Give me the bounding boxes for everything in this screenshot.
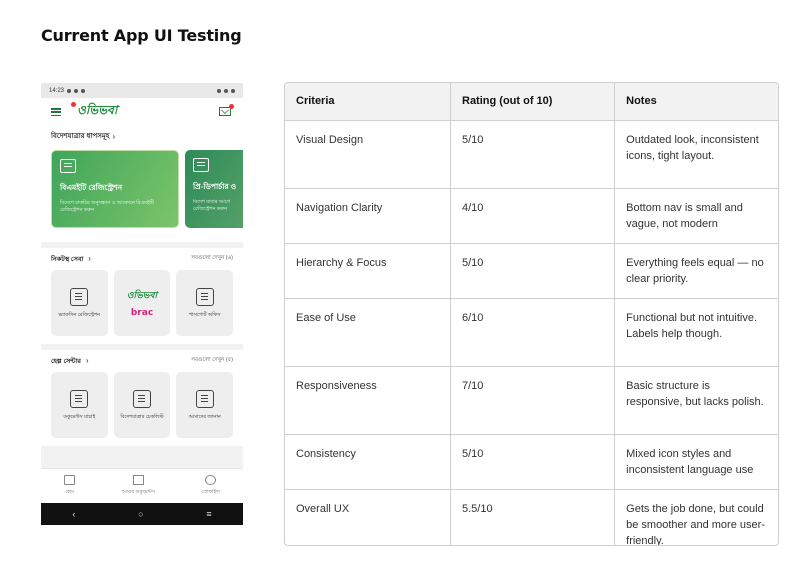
see-all-link[interactable]: সবগুলো দেখুন (৬) bbox=[191, 255, 233, 263]
evaluation-table: Criteria Rating (out of 10) Notes Visual… bbox=[284, 82, 779, 546]
app-logo: ওভিভবা bbox=[71, 102, 117, 122]
notes-cell: Everything feels equal — no clear priori… bbox=[614, 243, 778, 299]
notes-cell: Outdated look, inconsistent icons, tight… bbox=[614, 120, 778, 189]
help-tile[interactable]: বিদেশযাত্রার চেকলিস্ট bbox=[113, 372, 171, 438]
help-center-section: হেল্প সেন্টার › সবগুলো দেখুন (৫) ডকুমেন্… bbox=[41, 350, 243, 446]
feedback-icon bbox=[195, 389, 214, 408]
home-button-icon[interactable]: ○ bbox=[138, 509, 143, 519]
criteria-cell: Navigation Clarity bbox=[285, 188, 451, 244]
notes-cell: Functional but not intuitive. Labels hel… bbox=[614, 298, 778, 367]
column-header: Rating (out of 10) bbox=[450, 83, 616, 121]
document-icon bbox=[70, 389, 89, 408]
rating-cell: 4/10 bbox=[450, 188, 616, 244]
column-header: Criteria bbox=[285, 83, 451, 121]
table-row: Visual Design 5/10 Outdated look, incons… bbox=[285, 120, 778, 189]
help-tile[interactable]: আমাদের জানান bbox=[176, 372, 234, 438]
battery-icon bbox=[231, 88, 235, 93]
nav-home[interactable]: হোম bbox=[64, 475, 76, 497]
phone-mockup: 14:23 ওভিভবা বিদেশযাত্রার ধাপসমূহ › বিএমই… bbox=[41, 83, 243, 525]
rating-cell: 5/10 bbox=[450, 434, 616, 490]
notes-cell: Gets the job done, but could be smoother… bbox=[626, 502, 765, 546]
recents-icon[interactable]: ≡ bbox=[206, 509, 211, 519]
column-header: Notes bbox=[614, 83, 778, 121]
nav-documents[interactable]: আমার ডকুমেন্টস bbox=[121, 475, 155, 497]
table-row: Navigation Clarity 4/10 Bottom nav is sm… bbox=[285, 188, 778, 244]
see-all-link[interactable]: সবগুলো দেখুন (৫) bbox=[191, 357, 233, 365]
criteria-cell: Responsiveness bbox=[285, 366, 451, 435]
partner-logo: ওভিভবা bbox=[126, 291, 158, 301]
table-row: Consistency 5/10 Mixed icon styles and i… bbox=[285, 434, 778, 490]
user-icon bbox=[205, 475, 217, 485]
service-tile[interactable]: ওভিভবা brac bbox=[113, 270, 171, 336]
criteria-cell: Ease of Use bbox=[285, 298, 451, 367]
menu-icon[interactable] bbox=[51, 108, 61, 116]
nav-profile[interactable]: প্রোফাইল bbox=[201, 475, 220, 497]
checklist-icon bbox=[133, 389, 151, 408]
steps-carousel[interactable]: বিএমইটি রেজিস্ট্রেশন বিদেশে চাকরির অনুসন… bbox=[41, 146, 243, 242]
table-row: Responsiveness 7/10 Basic structure is r… bbox=[285, 366, 778, 435]
steps-link[interactable]: বিদেশযাত্রার ধাপসমূহ › bbox=[51, 126, 233, 146]
home-icon bbox=[64, 475, 76, 485]
service-tile[interactable]: ভ্যাকসিন রেজিস্ট্রেশন bbox=[51, 270, 108, 336]
notes-cell: Bottom nav is small and vague, not moder… bbox=[614, 188, 778, 244]
document-icon bbox=[193, 158, 209, 172]
status-time: 14:23 bbox=[49, 87, 65, 94]
page-title: Current App UI Testing bbox=[41, 26, 242, 45]
table-row: Hierarchy & Focus 5/10 Everything feels … bbox=[285, 243, 778, 299]
system-nav-bar: ‹ ○ ≡ bbox=[41, 503, 243, 525]
step-card[interactable]: বিএমইটি রেজিস্ট্রেশন বিদেশে চাকরির অনুসন… bbox=[51, 150, 179, 228]
rating-cell: 6/10 bbox=[450, 298, 616, 367]
back-icon[interactable]: ‹ bbox=[72, 509, 75, 519]
vaccine-icon bbox=[70, 287, 89, 306]
rating-cell: 5.5/10 bbox=[450, 489, 616, 545]
criteria-cell: Hierarchy & Focus bbox=[285, 243, 451, 299]
bottom-nav: হোম আমার ডকুমেন্টস প্রোফাইল bbox=[41, 468, 243, 503]
step-card[interactable]: প্রি-ডিপার্চার ও বিদেশ যাবার আগে রেজিস্ট… bbox=[185, 150, 243, 228]
signal-icon bbox=[224, 88, 228, 93]
rating-cell: 5/10 bbox=[450, 243, 616, 299]
notes-cell: Mixed icon styles and inconsistent langu… bbox=[614, 434, 778, 490]
rating-cell: 5/10 bbox=[450, 120, 616, 189]
chevron-right-icon: › bbox=[112, 131, 116, 141]
nearby-services-section: নিকটস্থ সেবা › সবগুলো দেখুন (৬) ভ্যাকসিন… bbox=[41, 248, 243, 344]
status-bar: 14:23 bbox=[41, 83, 243, 98]
section-title[interactable]: হেল্প সেন্টার › bbox=[51, 356, 89, 367]
document-icon bbox=[60, 159, 76, 173]
criteria-cell: Consistency bbox=[285, 434, 451, 490]
notification-badge bbox=[229, 104, 234, 109]
help-tile[interactable]: ডকুমেন্টস যাচাই bbox=[51, 372, 108, 438]
passport-icon bbox=[195, 287, 214, 306]
notification-icon bbox=[81, 88, 86, 93]
notes-cell: Basic structure is responsive, but lacks… bbox=[614, 366, 778, 435]
table-row: Ease of Use 6/10 Functional but not intu… bbox=[285, 298, 778, 367]
rating-cell: 7/10 bbox=[450, 366, 616, 435]
criteria-cell: Visual Design bbox=[285, 120, 451, 189]
app-header: ওভিভবা bbox=[41, 98, 243, 126]
brac-logo: brac bbox=[130, 308, 154, 318]
service-tile[interactable]: পাসপোর্ট অফিস bbox=[176, 270, 234, 336]
notification-icon bbox=[74, 88, 79, 93]
folder-icon bbox=[132, 475, 144, 485]
section-title[interactable]: নিকটস্থ সেবা › bbox=[51, 254, 91, 265]
table-header-row: Criteria Rating (out of 10) Notes bbox=[285, 83, 778, 121]
criteria-cell: Overall UX bbox=[285, 489, 451, 545]
notification-icon bbox=[67, 88, 72, 93]
table-row: Overall UX 5.5/10 Gets the job done, but… bbox=[285, 489, 778, 546]
wifi-icon bbox=[217, 88, 221, 93]
